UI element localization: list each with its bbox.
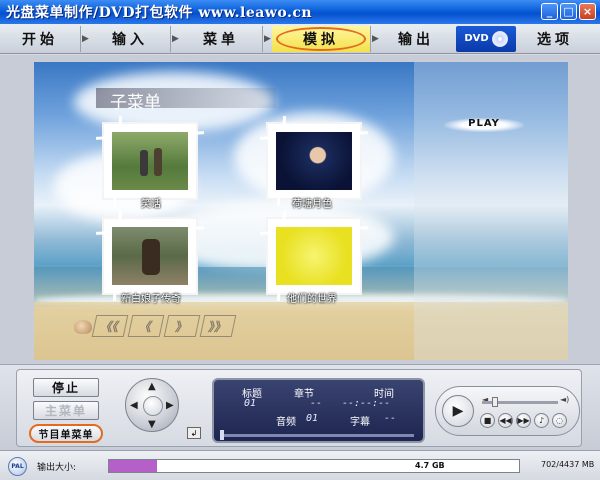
video-thumbnail-icon xyxy=(276,132,352,190)
menu-item-caption: 荷塘月色 xyxy=(292,199,332,210)
subtitle-icon[interactable]: ◌ xyxy=(552,413,567,428)
audio-icon[interactable]: ♪ xyxy=(534,413,549,428)
menu-item-frame[interactable] xyxy=(104,124,196,198)
arrow-right-icon: ▶ xyxy=(170,25,180,52)
maximize-button[interactable]: □ xyxy=(560,3,577,20)
window-title: 光盘菜单制作/DVD打包软件 www.leawo.cn xyxy=(6,5,313,21)
disc-icon xyxy=(491,30,508,47)
arrow-down-icon[interactable]: ▼ xyxy=(148,420,156,430)
menu-item-frame[interactable] xyxy=(268,124,360,198)
disc-usage-fill xyxy=(109,460,157,472)
title-bar: 光盘菜单制作/DVD打包软件 www.leawo.cn _ □ × xyxy=(0,0,600,24)
control-panel: 停止 主菜单 节目单菜单 ▲ ▼ ◀ ▶ ↲ 标题 01 章节 -- 时间 --… xyxy=(16,369,582,447)
tab-options[interactable]: 选项 xyxy=(516,26,594,52)
simulator-controls: 停止 主菜单 节目单菜单 ▲ ▼ ◀ ▶ ↲ 标题 01 章节 -- 时间 --… xyxy=(0,364,600,450)
window-controls: _ □ × xyxy=(541,3,596,20)
audio-value: 01 xyxy=(306,413,319,424)
tab-simulate[interactable]: 模拟 xyxy=(272,25,370,52)
preview-side-panel xyxy=(414,62,568,360)
capacity-mark: 4.7 GB xyxy=(415,461,445,470)
play-icon[interactable]: ▶ xyxy=(442,395,474,427)
menu-preview-screen[interactable]: 子菜单 PLAY 笑话 荷塘月色 新白娘子传奇 他们的世界 《《 《 》 》》 xyxy=(34,62,568,360)
previous-page-button[interactable]: 《 xyxy=(127,315,165,337)
shell-icon xyxy=(74,320,92,334)
playback-controls: ▶ ◄ ◄) ■ ◀◀ ▶▶ ♪ ◌ xyxy=(435,386,580,436)
tab-label: 输入 xyxy=(112,31,148,48)
output-size-label: 输出大小: xyxy=(37,463,77,473)
highlight-ring xyxy=(276,26,366,51)
tab-label: 选项 xyxy=(537,31,573,48)
menu-item-frame[interactable] xyxy=(268,219,360,293)
disc-usage-text: 702/4437 MB xyxy=(541,460,595,469)
disc-usage-bar: 4.7 GB xyxy=(108,459,520,473)
subtitle-label: 字幕 xyxy=(350,417,370,428)
chapter-value: -- xyxy=(310,398,323,409)
dvd-logo: DVD xyxy=(456,25,516,52)
title-value: 01 xyxy=(244,398,257,409)
tab-label: 菜单 xyxy=(203,31,239,48)
play-button[interactable]: PLAY xyxy=(444,118,524,132)
tab-input[interactable]: 输入 xyxy=(90,26,170,52)
status-display: 标题 01 章节 -- 时间 --:--:-- 音频 01 字幕 -- xyxy=(212,378,425,443)
arrow-right-icon: ▶ xyxy=(80,25,90,52)
menu-title: 子菜单 xyxy=(110,93,161,113)
stop-icon[interactable]: ■ xyxy=(480,413,495,428)
pal-format-icon[interactable]: PAL xyxy=(8,457,27,476)
subtitle-value: -- xyxy=(384,413,397,424)
status-bar: PAL 输出大小: 4.7 GB 702/4437 MB xyxy=(0,450,600,480)
video-thumbnail-icon xyxy=(112,227,188,285)
return-icon[interactable]: ↲ xyxy=(187,427,201,439)
close-button[interactable]: × xyxy=(579,3,596,20)
tab-start[interactable]: 开始 xyxy=(0,26,80,52)
tab-label: 输出 xyxy=(398,31,434,48)
tab-output[interactable]: 输出 xyxy=(380,26,452,52)
arrow-right-icon[interactable]: ▶ xyxy=(166,401,174,411)
dvd-logo-text: DVD xyxy=(464,33,489,44)
last-page-button[interactable]: 》》 xyxy=(199,315,237,337)
first-page-button[interactable]: 《《 xyxy=(91,315,129,337)
minimize-button[interactable]: _ xyxy=(541,3,558,20)
tab-label: 开始 xyxy=(22,31,58,48)
direction-pad: ▲ ▼ ◀ ▶ xyxy=(125,378,179,432)
tab-menu[interactable]: 菜单 xyxy=(180,26,262,52)
arrow-right-icon: ▶ xyxy=(370,25,380,52)
menu-item-frame[interactable] xyxy=(104,219,196,293)
next-icon[interactable]: ▶▶ xyxy=(516,413,531,428)
preview-area: 子菜单 PLAY 笑话 荷塘月色 新白娘子传奇 他们的世界 《《 《 》 》》 xyxy=(0,55,600,364)
next-page-button[interactable]: 》 xyxy=(163,315,201,337)
main-menu-button[interactable]: 主菜单 xyxy=(33,401,99,420)
menu-item-caption: 新白娘子传奇 xyxy=(121,294,181,305)
arrow-up-icon[interactable]: ▲ xyxy=(148,382,156,392)
video-thumbnail-icon xyxy=(276,227,352,285)
stop-button[interactable]: 停止 xyxy=(33,378,99,397)
volume-high-icon: ◄) xyxy=(560,395,570,404)
menu-item-caption: 他们的世界 xyxy=(287,294,337,305)
main-toolbar: 开始 ▶ 输入 ▶ 菜单 ▶ 模拟 ▶ 输出 DVD 选项 xyxy=(0,24,600,54)
video-thumbnail-icon xyxy=(112,132,188,190)
arrow-right-icon: ▶ xyxy=(262,25,272,52)
menu-navigation: 《《 《 》 》》 xyxy=(91,315,237,337)
seek-track[interactable] xyxy=(222,434,414,437)
time-value: --:--:-- xyxy=(342,398,391,409)
enter-button[interactable] xyxy=(143,396,163,416)
audio-label: 音频 xyxy=(276,417,296,428)
volume-handle[interactable] xyxy=(492,397,498,407)
arrow-left-icon[interactable]: ◀ xyxy=(130,401,138,411)
previous-icon[interactable]: ◀◀ xyxy=(498,413,513,428)
seek-handle[interactable] xyxy=(220,430,224,440)
menu-item-caption: 笑话 xyxy=(141,199,161,210)
title-menu-button[interactable]: 节目单菜单 xyxy=(29,424,103,443)
